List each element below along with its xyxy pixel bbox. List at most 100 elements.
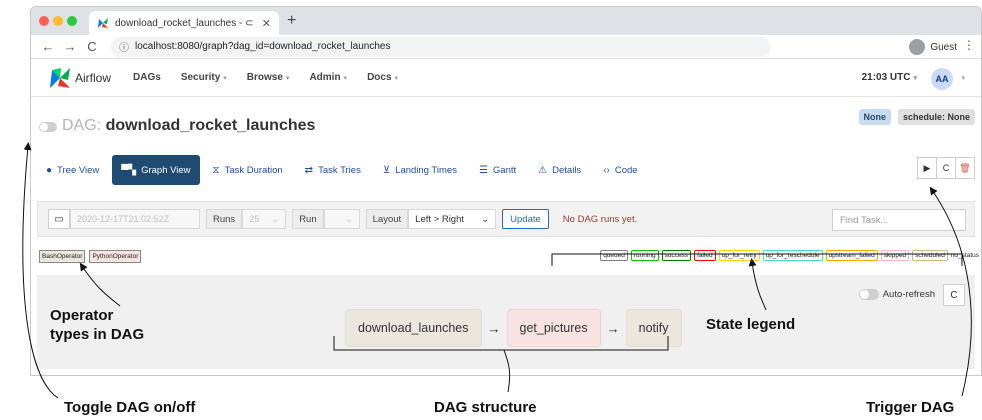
annotation-dag-structure: DAG structure (434, 399, 537, 416)
schedule-badge: schedule: None (897, 109, 975, 125)
tab-details[interactable]: ⚠ Details (529, 155, 590, 185)
site-info-icon[interactable]: ⓘ (119, 39, 129, 54)
state-upstream-failed[interactable]: upstream_failed (825, 250, 878, 261)
state-up-for-retry[interactable]: up_for_retry (718, 250, 760, 261)
airflow-favicon-icon (98, 18, 108, 28)
state-failed[interactable]: failed (694, 250, 716, 261)
state-success[interactable]: success (661, 250, 692, 261)
nav-label: Admin (309, 72, 341, 83)
status-badge: None (858, 109, 891, 125)
state-no-status[interactable]: no_status (950, 251, 979, 260)
new-tab-button[interactable]: + (287, 12, 296, 30)
graph-refresh-button[interactable]: C (943, 284, 965, 306)
minimize-window-button[interactable] (53, 16, 63, 26)
base-date-input[interactable]: 2020-12-17T21:02:52Z (70, 209, 200, 229)
nav-security[interactable]: Security ▾ (181, 72, 227, 83)
nav-label: DAGs (133, 72, 161, 83)
address-bar: ← → C ⓘ localhost: 8080/graph?dag_id=down… (31, 35, 981, 59)
dag-structure: download_launches → get_pictures → notif… (345, 309, 682, 347)
calendar-icon[interactable]: ▭ (48, 209, 70, 229)
task-node-download-launches[interactable]: download_launches (345, 309, 482, 347)
code-icon: ‹› (603, 164, 610, 176)
nav-label: Docs (367, 72, 392, 83)
update-button[interactable]: Update (502, 209, 549, 229)
dag-actions: ▶ C 🗑 (917, 157, 975, 179)
tab-label: Landing Times (395, 164, 457, 176)
nav-docs[interactable]: Docs ▾ (367, 72, 398, 83)
chevron-down-icon: ▾ (394, 74, 399, 82)
browser-menu-icon[interactable]: ⋮ (963, 38, 975, 52)
state-queued[interactable]: queued (600, 250, 628, 261)
no-runs-message: No DAG runs yet. (562, 213, 638, 225)
dag-header: DAG: download_rocket_launches None sched… (31, 103, 981, 141)
chevron-down-icon: ▾ (913, 75, 917, 82)
tab-task-tries[interactable]: ⇄ Task Tries (296, 155, 370, 185)
tab-label: Task Duration (224, 164, 283, 176)
user-avatar[interactable]: AA (931, 68, 953, 90)
guest-profile-button[interactable]: Guest (909, 39, 957, 55)
tab-close-icon[interactable]: ✕ (262, 17, 271, 30)
find-task-input[interactable]: Find Task... (832, 209, 966, 231)
layout-select[interactable]: Left > Right ⌄ (408, 209, 497, 229)
guest-label: Guest (930, 41, 957, 53)
state-scheduled[interactable]: scheduled (912, 250, 948, 261)
runs-select[interactable]: 25 ⌄ (242, 209, 287, 229)
arrow-icon: → (606, 320, 620, 336)
chevron-down-icon: ⌄ (345, 213, 353, 224)
tab-tree-view[interactable]: ● Tree View (37, 155, 108, 185)
layout-label: Layout (365, 209, 409, 229)
run-select[interactable]: ⌄ (323, 209, 360, 229)
forward-button[interactable]: → (61, 39, 79, 54)
logo-text: Airflow (75, 70, 112, 85)
url-input[interactable]: ⓘ localhost: 8080/graph?dag_id=download_r… (111, 36, 771, 57)
nav-browse[interactable]: Browse ▾ (247, 72, 290, 83)
layout-value: Left > Right (415, 213, 465, 225)
close-window-button[interactable] (39, 16, 49, 26)
runs-label: Runs (206, 209, 243, 229)
tab-task-duration[interactable]: ⧖ Task Duration (204, 155, 292, 185)
browser-tab[interactable]: download_rocket_launches - ⊂ ✕ (89, 11, 279, 35)
graph-icon: ▀▚ (121, 164, 137, 176)
tab-label: Details (552, 164, 582, 176)
tab-gantt[interactable]: ☰ Gantt (470, 155, 525, 185)
state-up-for-reschedule[interactable]: up_for_reschedule (762, 250, 823, 261)
operator-legend: BashOperator PythonOperator (39, 250, 145, 263)
back-button[interactable]: ← (39, 39, 57, 54)
reload-button[interactable]: C (83, 39, 101, 54)
chevron-down-icon: ▾ (285, 74, 290, 82)
clock-text: 21:03 UTC (861, 72, 911, 83)
warning-icon: ⚠ (538, 164, 548, 176)
nav-admin[interactable]: Admin ▾ (309, 72, 347, 83)
task-node-get-pictures[interactable]: get_pictures (506, 309, 601, 347)
tab-label: Task Tries (318, 164, 361, 176)
tab-graph-view[interactable]: ▀▚ Graph View (112, 155, 200, 185)
airflow-logo-icon (50, 67, 70, 88)
nav-dags[interactable]: DAGs (133, 72, 161, 83)
profile-icon (909, 39, 926, 55)
task-node-notify[interactable]: notify (625, 309, 682, 347)
chevron-down-icon: ⌄ (481, 213, 490, 225)
operator-python: PythonOperator (89, 250, 142, 263)
url-host: localhost: (135, 41, 178, 52)
operator-bash: BashOperator (39, 250, 86, 263)
airflow-navbar: Airflow DAGs Security ▾ Browse ▾ Admin ▾ Do… (31, 59, 981, 97)
nav-label: Security (180, 72, 221, 83)
run-label: Run (292, 209, 324, 229)
trigger-dag-button[interactable]: ▶ (917, 157, 937, 179)
tab-code[interactable]: ‹› Code (594, 155, 646, 185)
maximize-window-button[interactable] (67, 16, 77, 26)
state-skipped[interactable]: skipped (880, 250, 910, 261)
utc-clock[interactable]: 21:03 UTC ▾ (862, 72, 917, 83)
dag-toggle[interactable] (39, 122, 57, 132)
delete-dag-button[interactable]: 🗑 (955, 157, 975, 179)
annotation-toggle: Toggle DAG on/off (64, 399, 196, 416)
dag-prefix: DAG: (62, 117, 102, 134)
tab-landing-times[interactable]: ⊻ Landing Times (374, 155, 466, 185)
nav-label: Browse (246, 72, 283, 83)
annotation-trigger: Trigger DAG (866, 399, 955, 416)
refresh-dag-button[interactable]: C (936, 157, 956, 179)
tree-icon: ● (46, 164, 53, 176)
auto-refresh-toggle[interactable]: Auto-refresh (858, 289, 935, 300)
state-running[interactable]: running (630, 250, 659, 261)
airflow-logo[interactable]: Airflow (49, 67, 111, 89)
